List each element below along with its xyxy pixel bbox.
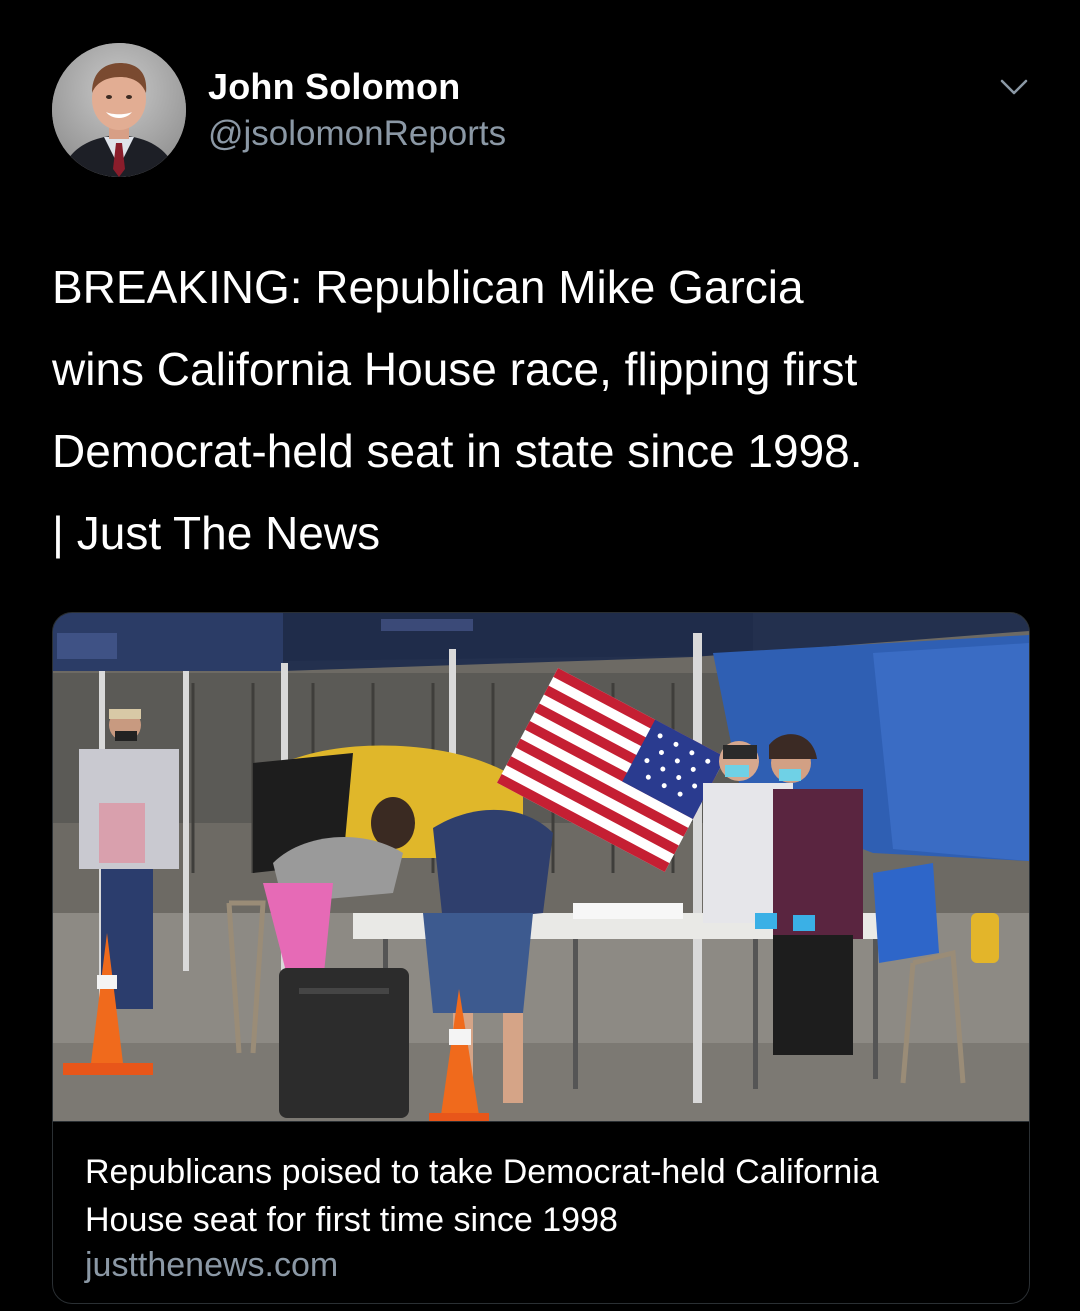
avatar-portrait-icon bbox=[52, 43, 186, 177]
author-handle[interactable]: @jsolomonReports bbox=[208, 114, 506, 154]
link-card-title[interactable]: Republicans poised to take Democrat-held… bbox=[85, 1148, 985, 1244]
link-card[interactable]: Republicans poised to take Democrat-held… bbox=[52, 612, 1030, 1304]
tweet-menu-button[interactable] bbox=[996, 72, 1032, 102]
voting-center-photo bbox=[53, 613, 1029, 1121]
tweet-text: BREAKING: Republican Mike Garcia wins Ca… bbox=[52, 261, 863, 559]
author-avatar[interactable] bbox=[52, 43, 186, 177]
author-display-name[interactable]: John Solomon bbox=[208, 66, 460, 108]
tweet: John Solomon @jsolomonReports BREAKING: … bbox=[0, 0, 1080, 1311]
link-card-image[interactable] bbox=[53, 613, 1029, 1121]
link-card-body: Republicans poised to take Democrat-held… bbox=[53, 1121, 1029, 1303]
link-card-domain: justthenews.com bbox=[85, 1246, 339, 1284]
chevron-down-icon bbox=[1000, 79, 1028, 95]
